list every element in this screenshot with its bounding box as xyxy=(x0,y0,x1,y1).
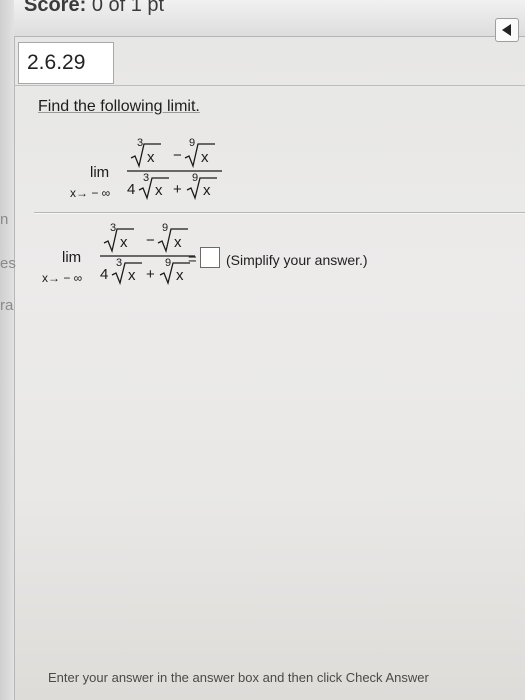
operator: − xyxy=(146,232,155,249)
collapse-panel-button[interactable] xyxy=(495,18,519,42)
root-index: 9 xyxy=(189,137,195,149)
operator: + xyxy=(146,266,155,283)
radicand: x xyxy=(155,182,163,199)
radicand: x xyxy=(147,149,155,166)
radicand: x xyxy=(128,267,136,284)
equals-sign: = xyxy=(188,251,197,268)
cube-root-icon xyxy=(103,228,134,254)
root-index: 9 xyxy=(192,172,198,184)
left-panel-edge: n es ra xyxy=(0,0,16,700)
left-strip-fragment: n xyxy=(0,211,9,228)
root-index: 9 xyxy=(162,222,168,234)
radicand: x xyxy=(174,234,182,251)
lim-word: lim xyxy=(62,249,82,266)
lim-subscript: x→ − ∞ xyxy=(42,271,83,285)
question-number: 2.6.29 xyxy=(18,42,114,84)
question-instruction: Find the following limit. xyxy=(38,98,200,115)
cube-root-icon xyxy=(130,143,161,169)
score-label: Score: xyxy=(24,0,87,16)
radicand: x xyxy=(120,234,128,251)
root-index: 3 xyxy=(116,257,122,269)
radicand: x xyxy=(176,267,184,284)
divider xyxy=(14,85,525,86)
root-index: 3 xyxy=(110,222,116,234)
score-value: 0 of 1 pt xyxy=(91,0,165,16)
triangle-left-icon xyxy=(502,24,511,36)
simplify-hint: (Simplify your answer.) xyxy=(226,252,368,268)
root-index: 3 xyxy=(143,172,149,184)
footer-instruction: Enter your answer in the answer box and … xyxy=(48,670,429,685)
coefficient: 4 xyxy=(127,181,135,198)
answer-input-box[interactable] xyxy=(200,247,220,268)
left-strip-fragment: ra xyxy=(0,297,14,314)
coefficient: 4 xyxy=(100,266,108,283)
root-index: 9 xyxy=(165,257,171,269)
left-strip-fragment: es xyxy=(0,255,16,272)
radicand: x xyxy=(201,149,209,166)
root-index: 3 xyxy=(137,137,143,149)
section-divider xyxy=(34,212,525,213)
score-bar: Score: 0 of 1 pt xyxy=(14,0,525,42)
radicand: x xyxy=(203,182,211,199)
lim-word: lim xyxy=(90,164,110,181)
lim-subscript: x→ − ∞ xyxy=(70,186,111,200)
homework-player-screen: n es ra Score: 0 of 1 pt 2.6.29 Find the… xyxy=(0,0,525,700)
operator: − xyxy=(173,147,182,164)
limit-fraction: 3 x − 9 x 4 3 x + 9 x xyxy=(127,137,222,201)
operator: + xyxy=(173,181,182,198)
score-display: Score: 0 of 1 pt xyxy=(24,0,164,17)
